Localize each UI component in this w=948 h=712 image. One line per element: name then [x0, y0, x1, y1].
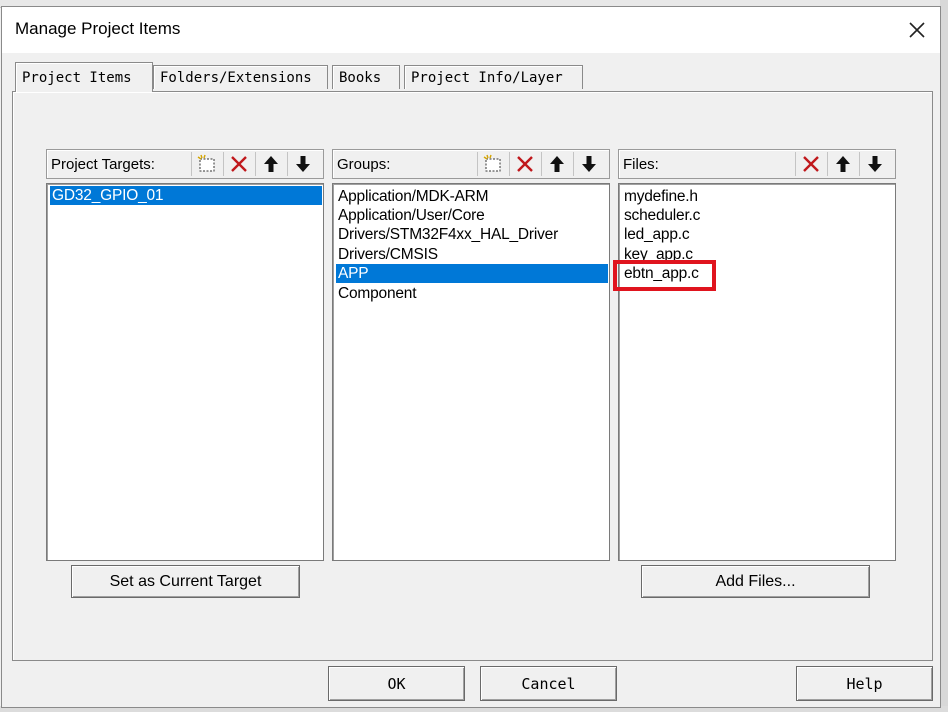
files-list[interactable]: mydefine.h scheduler.c led_app.c key_app… [618, 183, 896, 561]
move-up-icon [836, 156, 850, 172]
tab-books[interactable]: Books [332, 65, 400, 89]
delete-target-button[interactable] [223, 152, 254, 176]
close-icon [909, 22, 925, 38]
list-item-target[interactable]: GD32_GPIO_01 [50, 186, 322, 205]
move-group-down-button[interactable] [573, 152, 604, 176]
project-targets-label: Project Targets: [51, 156, 155, 173]
list-item-group[interactable]: Drivers/CMSIS [336, 245, 438, 264]
groups-label: Groups: [337, 156, 391, 173]
close-button[interactable] [900, 13, 934, 47]
new-icon [197, 154, 215, 172]
list-item-file[interactable]: led_app.c [622, 225, 690, 244]
move-down-icon [868, 156, 882, 172]
title-bar: Manage Project Items [2, 7, 940, 53]
new-group-button[interactable] [477, 152, 508, 176]
new-icon [483, 154, 501, 172]
list-item-group[interactable]: Application/MDK-ARM [336, 187, 489, 206]
tab-project-info-layer[interactable]: Project Info/Layer [404, 65, 583, 89]
delete-icon [517, 156, 533, 172]
list-item-group[interactable]: Drivers/STM32F4xx_HAL_Driver [336, 225, 558, 244]
move-file-down-button[interactable] [859, 152, 890, 176]
add-files-button[interactable]: Add Files... [641, 565, 870, 598]
list-item-file[interactable]: scheduler.c [622, 206, 700, 225]
new-target-button[interactable] [191, 152, 222, 176]
project-targets-header: Project Targets: [46, 149, 324, 179]
highlight-box [613, 260, 716, 291]
delete-group-button[interactable] [509, 152, 540, 176]
move-up-icon [550, 156, 564, 172]
delete-icon [231, 156, 247, 172]
move-file-up-button[interactable] [827, 152, 858, 176]
list-item-file[interactable]: mydefine.h [622, 187, 698, 206]
manage-project-items-dialog: Manage Project Items Project Items Folde… [1, 6, 941, 708]
list-item-group[interactable]: Application/User/Core [336, 206, 485, 225]
delete-file-button[interactable] [795, 152, 826, 176]
help-button[interactable]: Help [796, 666, 933, 701]
list-item-group-selected[interactable]: APP [336, 264, 608, 283]
set-as-current-target-button[interactable]: Set as Current Target [71, 565, 300, 598]
move-down-icon [582, 156, 596, 172]
files-label: Files: [623, 156, 659, 173]
tab-folders-extensions[interactable]: Folders/Extensions [153, 65, 328, 89]
background-app-edge [940, 0, 948, 712]
move-group-up-button[interactable] [541, 152, 572, 176]
list-item-group[interactable]: Component [336, 284, 417, 303]
groups-header: Groups: [332, 149, 610, 179]
files-header: Files: [618, 149, 896, 179]
ok-button[interactable]: OK [328, 666, 465, 701]
tab-project-items[interactable]: Project Items [15, 62, 153, 92]
move-target-down-button[interactable] [287, 152, 318, 176]
move-up-icon [264, 156, 278, 172]
cancel-button[interactable]: Cancel [480, 666, 617, 701]
move-down-icon [296, 156, 310, 172]
move-target-up-button[interactable] [255, 152, 286, 176]
delete-icon [803, 156, 819, 172]
dialog-title: Manage Project Items [15, 19, 181, 38]
groups-list[interactable]: Application/MDK-ARM Application/User/Cor… [332, 183, 610, 561]
project-targets-list[interactable]: GD32_GPIO_01 [46, 183, 324, 561]
